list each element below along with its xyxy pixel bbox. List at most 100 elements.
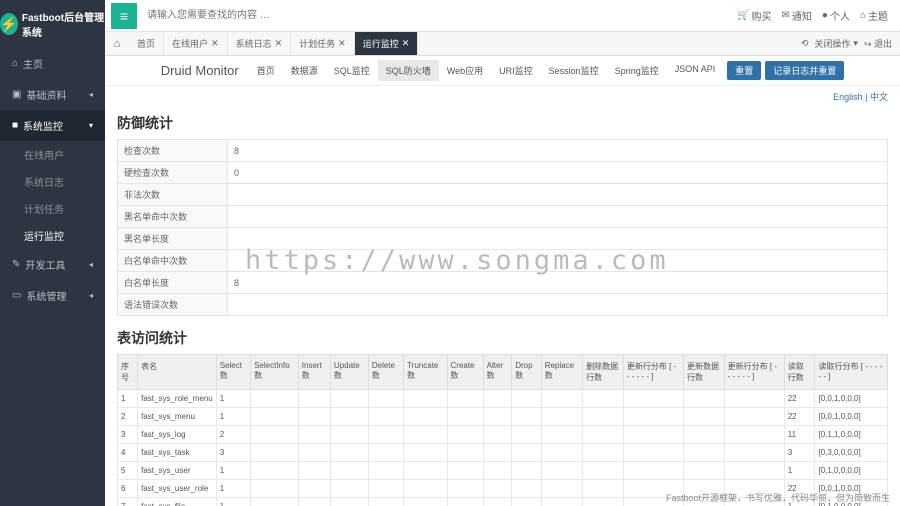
tab-home-icon[interactable]: ⌂ [105,38,129,50]
reset-button[interactable]: 重置 [727,61,761,80]
menu-toggle-button[interactable]: ≡ [111,3,137,29]
cell [251,498,299,506]
language-switch: English | 中文 [105,86,900,107]
table-row: 3fast_sys_log211[0,1,1,0,0,0] [118,426,888,444]
druid-link-SQL防火墙[interactable]: SQL防火墙 [378,60,439,81]
druid-link-JSON API[interactable]: JSON API [667,60,724,81]
cell: 2 [216,426,250,444]
caret-icon: ◂ [89,260,93,269]
defense-key: 硬检查次数 [118,162,228,184]
defense-title: 防御统计 [117,113,888,133]
theme-link[interactable]: ⌂ 主题 [860,8,888,23]
col-header[interactable]: Alter数 [483,355,512,390]
buy-link[interactable]: 🛒 购买 [737,8,771,23]
sidebar-item-基础资料[interactable]: ▣基础资料◂ [0,79,105,110]
col-header[interactable]: Replace数 [541,355,582,390]
defense-row: 语法错误次数 [118,294,888,316]
search-input[interactable] [143,6,737,25]
log-reset-button[interactable]: 记录日志并重置 [765,61,844,80]
cell [512,390,541,408]
col-header[interactable]: 读取行数 [784,355,815,390]
lang-en-link[interactable]: English [833,92,863,102]
col-header[interactable]: Select数 [216,355,250,390]
col-header[interactable]: 读取行分布 [ - - - - - - ] [815,355,888,390]
sidebar-sub-系统日志[interactable]: 系统日志 [0,168,105,195]
tab-计划任务[interactable]: 计划任务✕ [291,32,355,55]
sidebar-sub-计划任务[interactable]: 计划任务 [0,195,105,222]
sidebar-item-开发工具[interactable]: ✎开发工具◂ [0,249,105,280]
exit-link[interactable]: ↪ 退出 [864,37,892,50]
cell [298,462,330,480]
menu-icon: ▣ [12,89,21,100]
druid-link-URI监控[interactable]: URI监控 [491,60,541,81]
cell [251,462,299,480]
col-header[interactable]: 序号 [118,355,138,390]
col-header[interactable]: Drop数 [512,355,541,390]
cell [683,408,724,426]
menu-icon: ✎ [12,259,20,270]
cell [251,426,299,444]
druid-link-数据源[interactable]: 数据源 [283,60,326,81]
col-header[interactable]: 更新数据行数 [683,355,724,390]
caret-icon: ◂ [89,90,93,99]
defense-row: 黑名单命中次数 [118,206,888,228]
cell [404,444,447,462]
cell [330,462,368,480]
refresh-icon[interactable]: ⟲ [801,38,809,49]
col-header[interactable]: Update数 [330,355,368,390]
cell: fast_sys_file [138,498,217,506]
topbar: ≡ 🛒 购买 ✉ 通知 ● 个人 ⌂ 主题 [105,0,900,32]
col-header[interactable]: 更新行分布 [ - - - - - - ] [724,355,784,390]
druid-link-SQL监控[interactable]: SQL监控 [326,60,378,81]
cell [368,390,403,408]
col-header[interactable]: 更新行分布 [ - - - - - - ] [623,355,683,390]
close-icon[interactable]: ✕ [338,38,346,49]
sidebar-item-主页[interactable]: ⌂主页 [0,48,105,79]
user-link[interactable]: ● 个人 [822,8,850,23]
col-header[interactable]: Truncate数 [404,355,447,390]
col-header[interactable]: Delete数 [368,355,403,390]
notify-link[interactable]: ✉ 通知 [782,8,812,23]
menu-icon: ⌂ [12,58,18,69]
druid-brand: Druid Monitor [161,63,239,78]
close-icon[interactable]: ✕ [275,38,283,49]
content-area: Druid Monitor 首页数据源SQL监控SQL防火墙Web应用URI监控… [105,56,900,506]
close-ops-dropdown[interactable]: 关闭操作▾ [814,37,858,50]
cell [623,426,683,444]
cell [541,480,582,498]
tab-运行监控[interactable]: 运行监控✕ [355,32,419,55]
col-header[interactable]: Create数 [447,355,483,390]
cell [623,390,683,408]
cell [368,408,403,426]
cell [368,426,403,444]
col-header[interactable]: Insert数 [298,355,330,390]
col-header[interactable]: SelectInfo数 [251,355,299,390]
defense-val: 8 [228,272,888,294]
druid-link-Session监控[interactable]: Session监控 [541,60,607,81]
footer-text: Fastboot开源框架，书写优雅，代码华丽，但为简致而生 [666,491,890,504]
cell [483,408,512,426]
cell [512,426,541,444]
tab-首页[interactable]: 首页 [129,32,164,55]
cell: 11 [784,426,815,444]
col-header[interactable]: 表名 [138,355,217,390]
close-icon[interactable]: ✕ [402,38,410,49]
tab-系统日志[interactable]: 系统日志✕ [228,32,292,55]
tab-在线用户[interactable]: 在线用户✕ [164,32,228,55]
caret-icon: ▾ [89,121,93,130]
sidebar-sub-在线用户[interactable]: 在线用户 [0,141,105,168]
col-header[interactable]: 删除数据行数 [583,355,624,390]
sidebar-item-系统监控[interactable]: ■系统监控▾ [0,110,105,141]
cell [483,480,512,498]
cell [447,444,483,462]
druid-link-Spring监控[interactable]: Spring监控 [607,60,667,81]
lang-cn-link[interactable]: 中文 [870,92,888,102]
druid-link-首页[interactable]: 首页 [249,60,283,81]
sidebar-item-系统管理[interactable]: ▭系统管理◂ [0,280,105,311]
sidebar-sub-运行监控[interactable]: 运行监控 [0,222,105,249]
cell [298,426,330,444]
cell: [0,0,1,0,0,0] [815,390,888,408]
cell: 1 [216,390,250,408]
close-icon[interactable]: ✕ [211,38,219,49]
druid-link-Web应用[interactable]: Web应用 [439,60,491,81]
